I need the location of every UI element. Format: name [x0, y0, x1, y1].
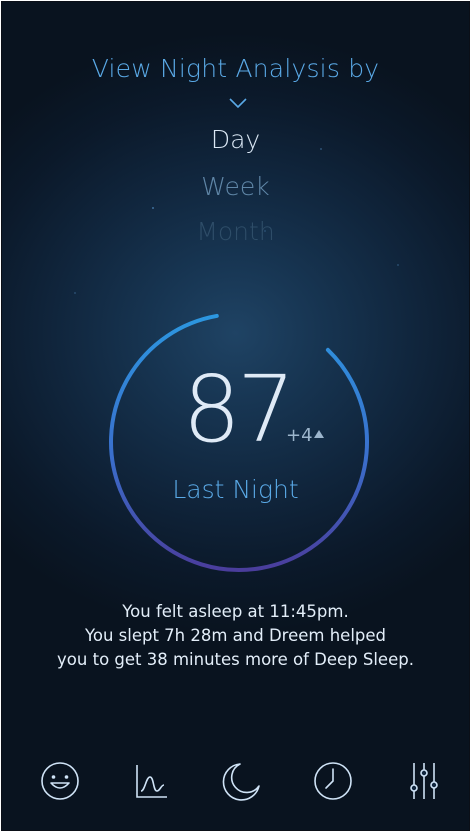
sleep-score-delta: +4 — [286, 425, 313, 446]
summary-line: You slept 7h 28m and Dreem helped — [84, 626, 387, 645]
up-arrow-icon — [314, 430, 324, 438]
period-option-day[interactable]: Day — [2, 125, 469, 154]
period-option-month[interactable]: Month — [2, 217, 469, 246]
chevron-down-icon[interactable] — [228, 96, 248, 110]
summary-line: You felt asleep at 11:45pm. — [122, 602, 349, 621]
clock-icon — [314, 762, 352, 800]
period-option-week[interactable]: Week — [2, 172, 469, 201]
moon-icon — [222, 763, 260, 801]
sleep-score-value: 87 — [182, 356, 295, 463]
nav-alarm-button[interactable] — [311, 759, 355, 803]
night-analysis-title: View Night Analysis by — [91, 54, 380, 83]
sliders-icon — [410, 763, 438, 799]
line-chart-icon — [136, 765, 167, 798]
nav-night-button[interactable] — [220, 759, 264, 803]
score-period-label: Last Night — [172, 475, 299, 504]
app-screen: View Night Analysis by Day Week Month 87… — [1, 1, 470, 831]
nav-mood-button[interactable] — [38, 759, 82, 803]
nav-settings-button[interactable] — [402, 759, 446, 803]
summary-line: you to get 38 minutes more of Deep Sleep… — [57, 650, 414, 669]
smiley-icon — [41, 762, 79, 800]
nav-analysis-button[interactable] — [129, 759, 173, 803]
sleep-summary: You felt asleep at 11:45pm. You slept 7h… — [2, 600, 469, 672]
